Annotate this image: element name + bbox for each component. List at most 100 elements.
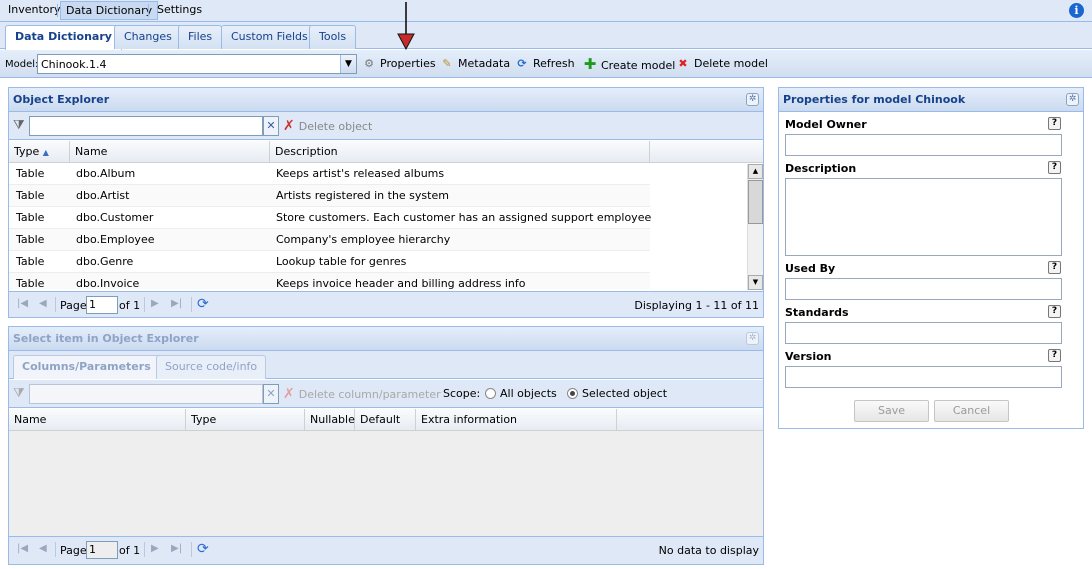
refresh-icon[interactable]: ⟳	[197, 541, 209, 557]
filter-icon: ⧩	[13, 118, 25, 133]
info-icon[interactable]: i	[1069, 3, 1084, 18]
column-header-name[interactable]: Name	[70, 141, 270, 162]
description-field[interactable]	[785, 178, 1062, 256]
next-page-icon[interactable]: ▶	[151, 543, 159, 554]
cell-name: dbo.Artist	[76, 189, 130, 202]
model-owner-field[interactable]	[785, 134, 1062, 156]
column-header-type[interactable]: Type	[186, 409, 305, 430]
object-details-header: Select item in Object Explorer ✲	[9, 327, 763, 351]
used-by-field[interactable]	[785, 278, 1062, 300]
menu-separator	[57, 4, 58, 17]
tab-columns-parameters[interactable]: Columns/Parameters	[13, 355, 160, 379]
refresh-button[interactable]: ⟳ Refresh	[514, 55, 574, 73]
first-page-icon[interactable]: |◀	[17, 298, 28, 309]
pencil-icon: ✎	[442, 57, 452, 70]
tab-changes[interactable]: Changes	[114, 25, 182, 49]
page-input[interactable]: 1	[86, 296, 118, 314]
object-grid-header: Type ▲ Name Description	[9, 141, 763, 163]
paging-separator	[144, 297, 145, 312]
column-paging-bar: |◀ ◀ Page 1 of 1 ▶ ▶| ⟳ No data to displ…	[9, 536, 763, 564]
scroll-thumb[interactable]	[748, 180, 763, 224]
panel-title: Select item in Object Explorer	[13, 332, 199, 345]
model-select[interactable]: Chinook.1.4 ▼	[37, 54, 357, 74]
model-properties-header: Properties for model Chinook ✲	[779, 88, 1083, 112]
create-model-button[interactable]: ✚ Create model	[582, 55, 676, 73]
page-input[interactable]: 1	[86, 541, 118, 559]
column-filter-input[interactable]	[29, 384, 263, 404]
page-count: of 1	[119, 299, 141, 312]
scope-all-objects-radio[interactable]: All objects	[485, 387, 557, 400]
object-filter-input[interactable]	[29, 116, 263, 136]
column-header-description[interactable]: Description	[270, 141, 650, 162]
prev-page-icon[interactable]: ◀	[39, 543, 47, 554]
table-row[interactable]: Table dbo.Album Keeps artist's released …	[9, 163, 650, 185]
paging-display: Displaying 1 - 11 of 11	[634, 299, 759, 312]
tab-data-dictionary[interactable]: Data Dictionary	[5, 25, 122, 50]
object-explorer-panel: Object Explorer ✲ ⧩ ✕ ✗ Delete object Typ…	[8, 87, 764, 318]
last-page-icon[interactable]: ▶|	[171, 298, 182, 309]
tab-source-code-info[interactable]: Source code/info	[156, 355, 267, 379]
help-icon[interactable]: ?	[1048, 117, 1061, 130]
column-header-type[interactable]: Type ▲	[9, 141, 70, 162]
properties-button[interactable]: ⚙ Properties	[361, 55, 436, 73]
object-grid-scrollbar[interactable]: ▲ ▼	[747, 164, 763, 290]
object-grid-body: Table dbo.Album Keeps artist's released …	[9, 163, 746, 289]
filter-icon: ⧩	[13, 386, 25, 401]
table-row[interactable]: Table dbo.Artist Artists registered in t…	[9, 185, 650, 207]
column-header-default[interactable]: Default	[355, 409, 416, 430]
radio-icon	[485, 388, 496, 399]
scope-selected-object-radio[interactable]: Selected object	[567, 387, 667, 400]
metadata-button[interactable]: ✎ Metadata	[439, 55, 510, 73]
model-select-value: Chinook.1.4	[41, 58, 107, 71]
tab-custom-fields[interactable]: Custom Fields	[221, 25, 318, 49]
tab-tools[interactable]: Tools	[309, 25, 357, 49]
delete-model-button[interactable]: ✖ Delete model	[675, 55, 768, 73]
cell-type: Table	[16, 189, 45, 202]
panel-gear-icon[interactable]: ✲	[746, 332, 759, 345]
delete-icon: ✖	[678, 57, 688, 70]
clear-filter-icon[interactable]: ✕	[263, 384, 279, 404]
scroll-down-icon[interactable]: ▼	[748, 275, 763, 290]
main-tab-strip: Data Dictionary Changes Files Custom Fie…	[0, 22, 1092, 50]
table-row[interactable]: Table dbo.Genre Lookup table for genres	[9, 251, 650, 273]
prev-page-icon[interactable]: ◀	[39, 298, 47, 309]
cell-type: Table	[16, 211, 45, 224]
cell-type: Table	[16, 233, 45, 246]
help-icon[interactable]: ?	[1048, 161, 1061, 174]
last-page-icon[interactable]: ▶|	[171, 543, 182, 554]
paging-display: No data to display	[658, 544, 759, 557]
tab-files[interactable]: Files	[178, 25, 223, 49]
help-icon[interactable]: ?	[1048, 261, 1061, 274]
help-icon[interactable]: ?	[1048, 305, 1061, 318]
cell-name: dbo.Invoice	[76, 277, 140, 289]
menu-data-dictionary[interactable]: Data Dictionary	[60, 1, 159, 20]
clear-filter-icon[interactable]: ✕	[263, 116, 279, 136]
panel-title: Properties for model Chinook	[783, 93, 966, 106]
column-header-extra[interactable]: Extra information	[416, 409, 617, 430]
standards-field[interactable]	[785, 322, 1062, 344]
paging-separator	[55, 542, 56, 557]
menu-settings[interactable]: Settings	[152, 1, 207, 20]
table-row[interactable]: Table dbo.Invoice Keeps invoice header a…	[9, 273, 650, 289]
column-grid-body	[9, 431, 763, 536]
next-page-icon[interactable]: ▶	[151, 298, 159, 309]
first-page-icon[interactable]: |◀	[17, 543, 28, 554]
delete-object-button[interactable]: ✗ Delete object	[283, 118, 372, 134]
table-row[interactable]: Table dbo.Customer Store customers. Each…	[9, 207, 651, 229]
chevron-down-icon[interactable]: ▼	[340, 55, 356, 73]
object-details-panel: Select item in Object Explorer ✲ Columns…	[8, 326, 764, 565]
panel-gear-icon[interactable]: ✲	[746, 93, 759, 106]
scroll-up-icon[interactable]: ▲	[748, 164, 763, 179]
delete-column-button[interactable]: ✗ Delete column/parameter	[283, 386, 441, 402]
help-icon[interactable]: ?	[1048, 349, 1061, 362]
column-header-name[interactable]: Name	[9, 409, 186, 430]
panel-gear-icon[interactable]: ✲	[1066, 93, 1079, 106]
table-row[interactable]: Table dbo.Employee Company's employee hi…	[9, 229, 650, 251]
cancel-button[interactable]: Cancel	[934, 400, 1009, 422]
column-header-nullable[interactable]: Nullable	[305, 409, 355, 430]
paging-separator	[144, 542, 145, 557]
refresh-icon[interactable]: ⟳	[197, 296, 209, 312]
delete-icon: ✗	[283, 118, 295, 134]
save-button[interactable]: Save	[854, 400, 929, 422]
version-field[interactable]	[785, 366, 1062, 388]
